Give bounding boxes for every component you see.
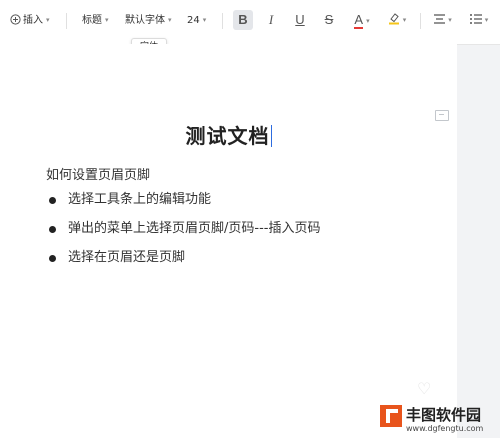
add-circle-icon (10, 14, 21, 25)
list-item-text: 选择工具条上的编辑功能 (68, 192, 212, 207)
document-title[interactable]: 测试文档 (0, 120, 457, 149)
list-item-text: 弹出的菜单上选择页眉页脚/页码---插入页码 (68, 221, 321, 236)
bullet-icon (49, 226, 56, 233)
chevron-down-icon: ▾ (366, 18, 370, 25)
document-page[interactable]: 测试文档 如何设置页眉页脚 选择工具条上的编辑功能 弹出的菜单上选择页眉页脚/页… (0, 44, 457, 438)
document-paragraph[interactable]: 如何设置页眉页脚 (46, 164, 150, 183)
watermark: 丰图软件园 www.dgfengtu.com (380, 404, 500, 438)
bullet-list-icon (469, 14, 482, 24)
strikethrough-button[interactable]: S (319, 10, 339, 30)
underline-button[interactable]: U (290, 10, 310, 30)
text-cursor (270, 125, 272, 147)
list-item-text: 选择在页眉还是页脚 (68, 250, 186, 265)
list-item[interactable]: 选择工具条上的编辑功能 (46, 192, 320, 221)
chevron-down-icon: ▾ (484, 16, 489, 24)
bullet-list: 选择工具条上的编辑功能 弹出的菜单上选择页眉页脚/页码---插入页码 选择在页眉… (46, 192, 320, 279)
watermark-url: www.dgfengtu.com (406, 424, 484, 433)
bullet-icon (49, 197, 56, 204)
insert-button[interactable]: 插入 ▾ (10, 14, 50, 28)
document-title-text: 测试文档 (185, 124, 270, 148)
toolbar-divider (420, 13, 421, 29)
strikethrough-icon: S (324, 12, 334, 27)
align-center-icon (434, 14, 446, 24)
highlight-button[interactable]: ▾ (384, 10, 410, 30)
font-size-dropdown[interactable]: 24 ▾ (187, 14, 206, 28)
heading-dropdown[interactable]: 标题 ▾ (82, 14, 109, 28)
bold-button[interactable]: B (233, 10, 253, 30)
watermark-logo (380, 405, 402, 427)
font-color-button[interactable]: A ▾ (349, 10, 375, 30)
toolbar-divider (66, 13, 67, 29)
heart-icon: ♡ (417, 379, 432, 398)
chevron-down-icon: ▾ (105, 16, 109, 24)
chevron-down-icon: ▾ (402, 16, 407, 24)
chevron-down-icon: ▾ (202, 16, 207, 24)
font-family-dropdown[interactable]: 默认字体 ▾ (125, 14, 172, 28)
list-item[interactable]: 弹出的菜单上选择页眉页脚/页码---插入页码 (46, 221, 320, 250)
toolbar: 插入 ▾ 标题 ▾ 默认字体 ▾ 24 ▾ B I U S A ▾ ▾ ▾ ▾ (0, 0, 500, 45)
chevron-down-icon: ▾ (46, 16, 50, 24)
align-button[interactable]: ▾ (430, 10, 456, 30)
heading-label: 标题 (82, 15, 102, 26)
italic-button[interactable]: I (261, 10, 281, 30)
watermark-name: 丰图软件园 (406, 406, 482, 424)
font-family-label: 默认字体 (125, 15, 165, 26)
bold-icon: B (238, 12, 248, 27)
underline-icon: U (295, 12, 305, 27)
font-color-icon: A (354, 12, 364, 29)
highlighter-icon (388, 13, 399, 25)
list-button[interactable]: ▾ (466, 10, 492, 30)
bullet-icon (49, 255, 56, 262)
list-item[interactable]: 选择在页眉还是页脚 (46, 250, 320, 279)
chevron-down-icon: ▾ (448, 16, 452, 24)
insert-label: 插入 (23, 15, 43, 26)
italic-icon: I (268, 12, 274, 27)
font-size-label: 24 (187, 15, 200, 26)
chevron-down-icon: ▾ (168, 16, 172, 24)
toolbar-divider (222, 13, 223, 29)
